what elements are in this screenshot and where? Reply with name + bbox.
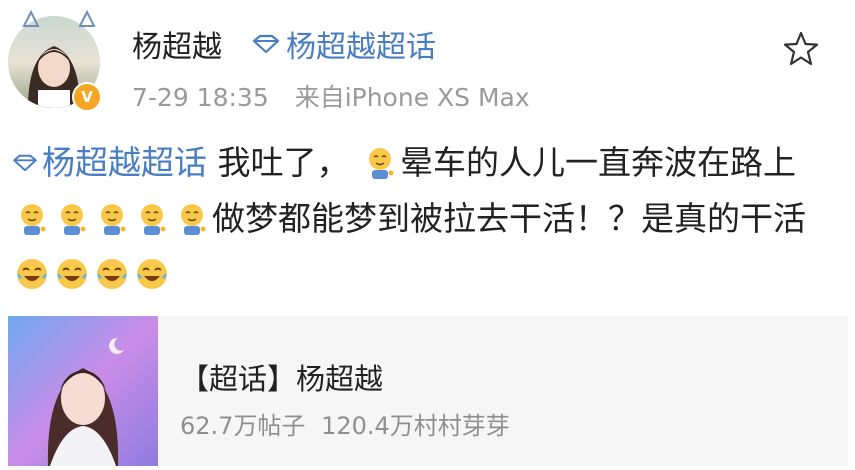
verified-badge: V [72,82,102,112]
weibo-post: V 杨超越 杨超越超话 7-29 18:35 来自iPhone XS Max 杨… [0,0,855,470]
dizzy-face-emoji [92,199,132,238]
diamond-icon [13,154,37,172]
dizzy-face-emoji [132,199,172,238]
cat-ear-icon [22,10,40,27]
laughing-tears-emoji [12,255,52,294]
card-posts-count: 62.7万帖子 [180,412,306,440]
card-fans-count: 120.4万村村芽芽 [321,412,510,440]
content-topic-tag[interactable]: 杨超越超话 [12,143,207,182]
post-meta: 7-29 18:35 来自iPhone XS Max [132,78,530,114]
post-source: 来自iPhone XS Max [294,83,530,112]
content-text-2: 晕车的人儿一直奔波在路上 [399,143,796,182]
dizzy-face-emoji [52,199,92,238]
dizzy-face-emoji [12,199,52,238]
diamond-icon [252,34,280,54]
super-topic-card[interactable]: 【超话】杨超越 62.7万帖子 120.4万村村芽芽 [8,316,848,466]
topic-link[interactable]: 杨超越超话 [252,22,436,66]
card-thumbnail-image [8,316,158,466]
topic-link-label: 杨超越超话 [286,30,436,65]
cat-ear-icon [78,10,96,27]
post-content: 杨超越超话 我吐了， 晕车的人儿一直奔波在路上 做梦都能梦到被拉去干活！？是真的… [12,135,842,303]
dizzy-face-emoji [172,199,212,238]
card-thumbnail [8,316,158,466]
content-text-1: 我吐了， [207,143,360,182]
laughing-tears-emoji [132,255,172,294]
laughing-tears-emoji [92,255,132,294]
content-topic-label: 杨超越超话 [42,143,207,182]
post-date: 7-29 18:35 [132,83,269,112]
author-name[interactable]: 杨超越 [132,22,222,66]
laughing-tears-emoji [52,255,92,294]
card-title: 【超话】杨超越 [180,362,384,396]
card-stats: 62.7万帖子 120.4万村村芽芽 [180,406,510,441]
star-outline-icon[interactable] [782,30,820,68]
content-text-3: 做梦都能梦到被拉去干活！？是真的干活 [212,199,806,238]
dizzy-face-emoji [360,143,400,182]
